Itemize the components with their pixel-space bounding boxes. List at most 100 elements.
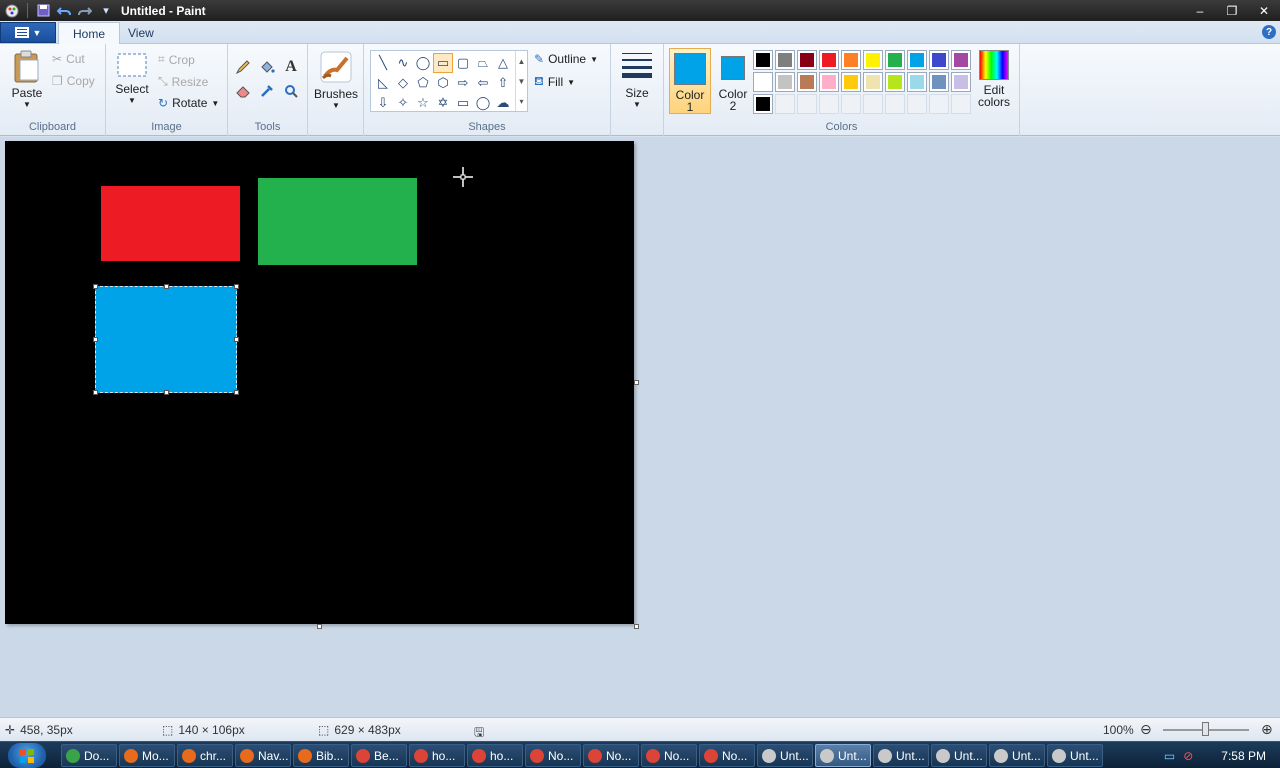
palette-color-swatch[interactable] xyxy=(929,72,949,92)
drawing-canvas[interactable] xyxy=(5,141,634,624)
resize-handle-top[interactable] xyxy=(164,284,169,289)
taskbar-button[interactable]: chr... xyxy=(177,744,233,767)
palette-empty-swatch[interactable] xyxy=(775,94,795,114)
taskbar-button[interactable]: Do... xyxy=(61,744,117,767)
palette-color-swatch[interactable] xyxy=(775,72,795,92)
right-arrow-shape-icon[interactable]: ⇨ xyxy=(453,73,473,93)
select-button[interactable]: Select ▼ xyxy=(114,52,150,105)
palette-color-swatch[interactable] xyxy=(885,50,905,70)
triangle-shape-icon[interactable]: △ xyxy=(493,53,513,73)
redo-icon[interactable] xyxy=(76,2,94,19)
taskbar-button[interactable]: Unt... xyxy=(757,744,813,767)
zoom-out-icon[interactable]: ⊖ xyxy=(1140,721,1152,738)
left-arrow-shape-icon[interactable]: ⇦ xyxy=(473,73,493,93)
paint-menu-button[interactable]: ▼ xyxy=(0,22,56,43)
taskbar-button[interactable]: Bib... xyxy=(293,744,349,767)
color2-button[interactable]: Color 2 xyxy=(714,48,752,114)
zoom-slider-thumb[interactable] xyxy=(1202,722,1209,736)
palette-color-swatch[interactable] xyxy=(819,50,839,70)
palette-color-swatch[interactable] xyxy=(885,72,905,92)
palette-color-swatch[interactable] xyxy=(819,72,839,92)
qat-customize-dropdown-icon[interactable]: ▾ xyxy=(97,2,115,19)
edit-colors-button[interactable]: Edit colors xyxy=(974,50,1014,108)
resize-handle-left[interactable] xyxy=(93,337,98,342)
scroll-down-icon[interactable]: ▼ xyxy=(518,77,526,86)
palette-empty-swatch[interactable] xyxy=(797,94,817,114)
canvas-workspace[interactable] xyxy=(0,137,1280,717)
resize-handle-bottom-right[interactable] xyxy=(234,390,239,395)
palette-color-swatch[interactable] xyxy=(841,72,861,92)
palette-color-swatch[interactable] xyxy=(753,50,773,70)
tab-view[interactable]: View xyxy=(114,22,168,44)
taskbar-button[interactable]: No... xyxy=(583,744,639,767)
palette-color-swatch[interactable] xyxy=(951,72,971,92)
resize-handle-right[interactable] xyxy=(234,337,239,342)
shapes-scrollbar[interactable]: ▲ ▼ ▾ xyxy=(515,51,527,111)
palette-empty-swatch[interactable] xyxy=(841,94,861,114)
start-button[interactable] xyxy=(8,743,46,768)
five-point-star-shape-icon[interactable]: ☆ xyxy=(413,93,433,113)
save-icon[interactable] xyxy=(34,2,52,19)
cut-button[interactable]: ✂ Cut xyxy=(52,52,85,66)
color1-button[interactable]: Color 1 xyxy=(669,48,711,114)
line-shape-icon[interactable]: ╲ xyxy=(373,53,393,73)
resize-handle-top-right[interactable] xyxy=(234,284,239,289)
palette-color-swatch[interactable] xyxy=(863,72,883,92)
palette-color-swatch[interactable] xyxy=(797,72,817,92)
taskbar-button[interactable]: Unt... xyxy=(873,744,929,767)
oval-shape-icon[interactable]: ◯ xyxy=(413,53,433,73)
palette-color-swatch[interactable] xyxy=(797,50,817,70)
red-rectangle[interactable] xyxy=(101,186,240,261)
taskbar-button[interactable]: Unt... xyxy=(931,744,987,767)
text-tool-icon[interactable]: A xyxy=(280,56,302,78)
taskbar-button[interactable]: Mo... xyxy=(119,744,175,767)
taskbar-button[interactable]: Unt... xyxy=(1047,744,1103,767)
palette-color-swatch[interactable] xyxy=(929,50,949,70)
palette-color-swatch[interactable] xyxy=(907,72,927,92)
down-arrow-shape-icon[interactable]: ⇩ xyxy=(373,93,393,113)
polygon-shape-icon[interactable]: ⏢ xyxy=(473,53,493,73)
taskbar-button[interactable]: ho... xyxy=(467,744,523,767)
expand-gallery-icon[interactable]: ▾ xyxy=(519,97,523,106)
maximize-button[interactable]: ❐ xyxy=(1216,0,1248,21)
help-icon[interactable]: ? xyxy=(1262,25,1276,39)
fill-button[interactable]: ⛾ Fill ▼ xyxy=(534,74,575,90)
diamond-shape-icon[interactable]: ◇ xyxy=(393,73,413,93)
fill-bucket-icon[interactable] xyxy=(256,56,278,78)
tab-home[interactable]: Home xyxy=(58,22,121,44)
taskbar-button[interactable]: Be... xyxy=(351,744,407,767)
resize-handle-bottom-left[interactable] xyxy=(93,390,98,395)
rounded-rectangle-shape-icon[interactable]: ▢ xyxy=(453,53,473,73)
security-icon[interactable]: ⊘ xyxy=(1183,749,1193,763)
paste-button[interactable]: Paste ▼ xyxy=(8,50,46,109)
taskbar-button[interactable]: No... xyxy=(525,744,581,767)
hexagon-shape-icon[interactable]: ⬡ xyxy=(433,73,453,93)
clock[interactable]: 7:58 PM xyxy=(1221,749,1266,763)
eraser-icon[interactable] xyxy=(232,80,254,102)
scroll-up-icon[interactable]: ▲ xyxy=(518,57,526,66)
taskbar-button[interactable]: No... xyxy=(699,744,755,767)
palette-empty-swatch[interactable] xyxy=(907,94,927,114)
color-picker-icon[interactable] xyxy=(256,80,278,102)
resize-button[interactable]: ⤡ Resize xyxy=(158,74,208,89)
brushes-button[interactable]: Brushes ▼ xyxy=(314,50,358,110)
palette-color-swatch[interactable] xyxy=(863,50,883,70)
oval-callout-shape-icon[interactable]: ◯ xyxy=(473,93,493,113)
taskbar-button[interactable]: Unt... xyxy=(815,744,871,767)
taskbar-button[interactable]: ho... xyxy=(409,744,465,767)
right-triangle-shape-icon[interactable]: ◺ xyxy=(373,73,393,93)
canvas-resize-handle-bottom[interactable] xyxy=(317,624,322,629)
six-point-star-shape-icon[interactable]: ✡ xyxy=(433,93,453,113)
resize-handle-top-left[interactable] xyxy=(93,284,98,289)
close-button[interactable]: ✕ xyxy=(1248,0,1280,21)
crop-button[interactable]: ⌗ Crop xyxy=(158,52,195,67)
shape-selection-box[interactable] xyxy=(95,286,237,393)
undo-icon[interactable] xyxy=(55,2,73,19)
palette-empty-swatch[interactable] xyxy=(885,94,905,114)
palette-color-swatch[interactable] xyxy=(951,50,971,70)
curve-shape-icon[interactable]: ∿ xyxy=(393,53,413,73)
resize-handle-bottom[interactable] xyxy=(164,390,169,395)
palette-color-swatch[interactable] xyxy=(753,72,773,92)
taskbar-button[interactable]: No... xyxy=(641,744,697,767)
palette-color-swatch[interactable] xyxy=(775,50,795,70)
